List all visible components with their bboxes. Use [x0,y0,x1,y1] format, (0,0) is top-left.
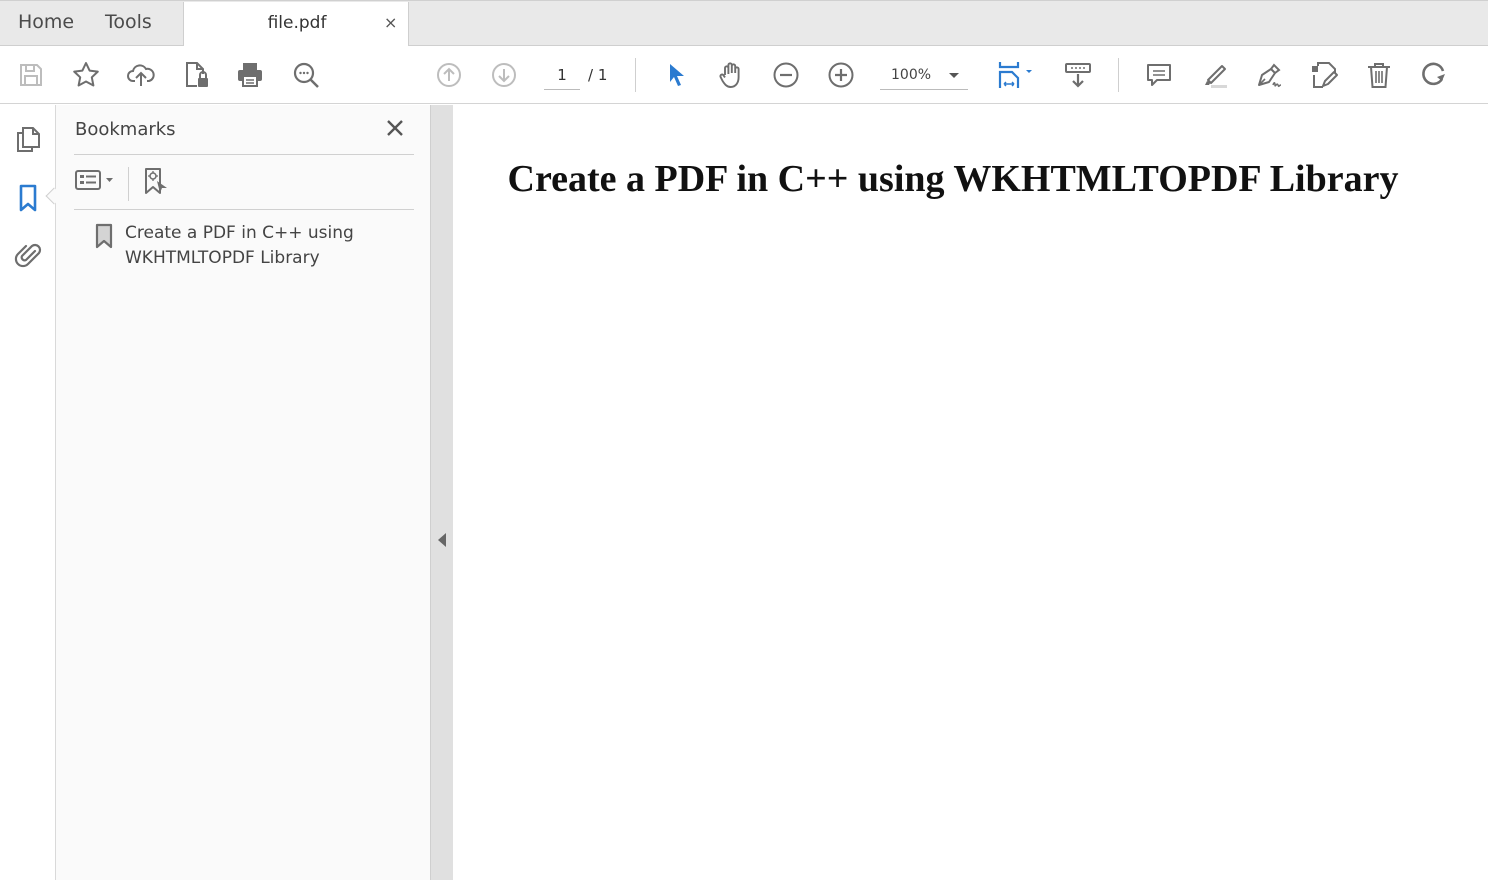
document-tab-title: file.pdf [267,13,327,33]
zoom-out-icon [773,62,799,88]
print-button[interactable] [233,58,267,92]
toolbar-divider [1118,58,1119,92]
star-icon [73,62,99,87]
cursor-arrow-icon [670,64,684,86]
close-panel-button[interactable] [382,115,408,141]
close-tab-icon[interactable]: × [384,13,397,32]
protect-file-icon [186,62,208,87]
edit-pdf-icon [1312,62,1338,88]
find-icon [293,62,319,88]
sign-button[interactable] [1252,58,1286,92]
highlighter-icon [1205,65,1227,88]
tab-home[interactable]: Home [18,11,74,33]
page-thumbnails-icon [17,127,40,152]
delete-button[interactable] [1362,58,1396,92]
page-thumbnails-button[interactable] [10,121,46,157]
highlight-button[interactable] [1197,58,1231,92]
document-heading: Create a PDF in C++ using WKHTMLTOPDF Li… [507,158,1399,200]
tab-tools[interactable]: Tools [105,11,152,33]
tab-bar: Home Tools file.pdf × [0,0,1488,47]
panel-splitter[interactable] [430,105,453,880]
upload-button[interactable] [124,58,158,92]
collapse-panel-icon[interactable] [438,533,446,547]
bookmarks-button[interactable] [10,180,46,216]
fit-page-button[interactable] [990,58,1038,92]
main-toolbar: 1 / 1 100% [0,46,1488,104]
options-list-icon [75,170,113,190]
edit-pdf-button[interactable] [1307,58,1341,92]
arrow-up-circle-icon [437,63,461,87]
paperclip-icon [14,243,42,268]
new-bookmark-icon [145,168,167,194]
bookmarks-icon [19,184,37,212]
find-button[interactable] [289,58,323,92]
panel-toolbar-divider [128,167,129,201]
bookmark-label: Create a PDF in C++ using WKHTMLTOPDF Li… [125,223,354,268]
page-number-input[interactable]: 1 [544,62,580,90]
new-bookmark-button[interactable] [138,163,172,199]
page-total: / 1 [588,66,608,84]
arrow-down-circle-icon [492,63,516,87]
save-icon [20,64,42,86]
panel-title: Bookmarks [75,119,176,140]
zoom-in-icon [828,62,854,88]
panel-divider [74,209,414,210]
print-icon [238,63,262,87]
rotate-button[interactable] [1417,58,1451,92]
bookmark-page-button[interactable] [69,58,103,92]
protect-button[interactable] [179,58,213,92]
scroll-mode-button[interactable] [1061,58,1095,92]
tab-document[interactable]: file.pdf × [183,2,409,47]
save-button[interactable] [14,58,48,92]
scroll-mode-icon [1065,63,1091,88]
select-tool-button[interactable] [659,58,693,92]
upload-cloud-icon [127,64,155,86]
zoom-out-button[interactable] [769,58,803,92]
bookmark-icon [95,223,113,249]
bookmarks-panel: Bookmarks Create a PDF in C++ using WKHT… [56,105,430,880]
rotate-icon [1422,62,1445,86]
bookmark-options-button[interactable] [74,163,118,199]
chevron-down-icon[interactable] [949,73,959,78]
trash-icon [1368,63,1390,88]
zoom-in-button[interactable] [824,58,858,92]
pen-signature-icon [1258,63,1282,88]
panel-divider [74,154,414,155]
comment-icon [1147,64,1171,86]
toolbar-divider [635,58,636,92]
comment-button[interactable] [1142,58,1176,92]
next-page-button[interactable] [487,58,521,92]
hand-icon [719,62,740,88]
document-view: Create a PDF in C++ using WKHTMLTOPDF Li… [453,105,1488,880]
close-icon [387,120,403,136]
left-rail [0,105,56,880]
hand-tool-button[interactable] [714,58,748,92]
previous-page-button[interactable] [432,58,466,92]
fit-page-icon [998,62,1032,88]
attachments-button[interactable] [10,236,46,272]
